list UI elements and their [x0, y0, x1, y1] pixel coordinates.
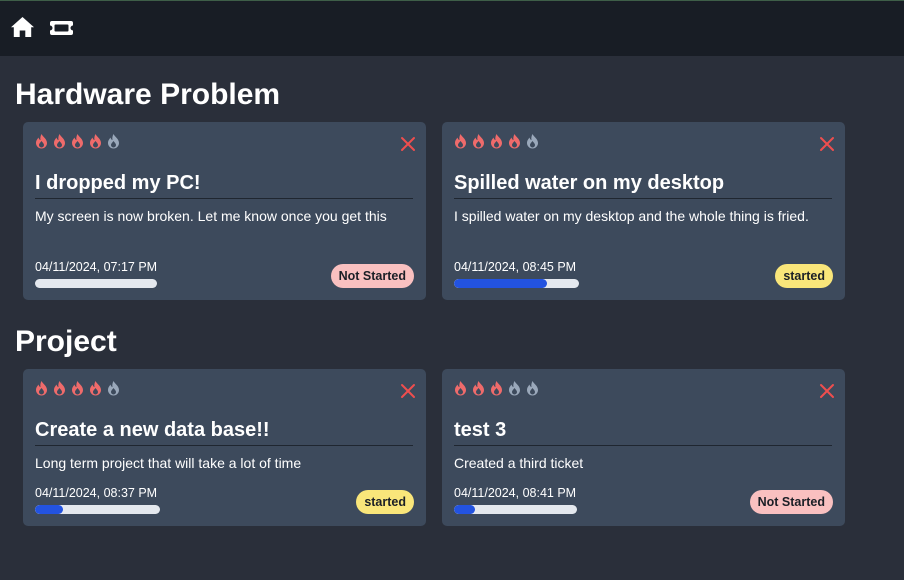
flame-icon	[454, 380, 467, 396]
close-icon[interactable]	[400, 136, 416, 152]
flame-icon	[89, 380, 102, 396]
progress-fill	[454, 279, 547, 288]
section-title-project: Project	[15, 325, 117, 358]
ticket-card[interactable]: test 3 Created a third ticket 04/11/2024…	[442, 369, 845, 526]
ticket-date: 04/11/2024, 07:17 PM	[35, 260, 158, 274]
progress-fill	[35, 505, 63, 514]
status-badge: started	[775, 264, 833, 288]
flame-icon	[490, 380, 503, 396]
flame-icon	[35, 133, 48, 149]
flame-icon	[508, 380, 521, 396]
ticket-date: 04/11/2024, 08:45 PM	[454, 260, 577, 274]
flame-icon	[107, 380, 120, 396]
flame-icon	[53, 380, 66, 396]
progress-fill	[454, 505, 475, 514]
home-icon[interactable]	[10, 16, 35, 43]
close-icon[interactable]	[819, 383, 835, 399]
status-badge: started	[356, 490, 414, 514]
top-nav-bar	[0, 0, 904, 56]
progress-bar	[454, 279, 579, 288]
ticket-date: 04/11/2024, 08:41 PM	[454, 486, 577, 500]
flame-icon	[472, 133, 485, 149]
ticket-icon[interactable]	[49, 16, 74, 45]
ticket-description: My screen is now broken. Let me know onc…	[35, 208, 387, 224]
ticket-card[interactable]: Create a new data base!! Long term proje…	[23, 369, 426, 526]
flame-icon	[107, 133, 120, 149]
ticket-title: test 3	[454, 418, 832, 446]
flame-icon	[71, 133, 84, 149]
flame-icon	[454, 133, 467, 149]
progress-bar	[35, 505, 160, 514]
ticket-card[interactable]: Spilled water on my desktop I spilled wa…	[442, 122, 845, 300]
ticket-date: 04/11/2024, 08:37 PM	[35, 486, 158, 500]
progress-bar	[35, 279, 157, 288]
ticket-description: Created a third ticket	[454, 455, 584, 471]
status-badge: Not Started	[330, 264, 414, 288]
ticket-description: I spilled water on my desktop and the wh…	[454, 208, 809, 224]
ticket-title: Spilled water on my desktop	[454, 171, 832, 199]
progress-bar	[454, 505, 577, 514]
flame-icon	[35, 380, 48, 396]
flame-icon	[472, 380, 485, 396]
close-icon[interactable]	[400, 383, 416, 399]
ticket-title: I dropped my PC!	[35, 171, 413, 199]
section-title-hardware-problem: Hardware Problem	[15, 78, 281, 111]
close-icon[interactable]	[819, 136, 835, 152]
flame-icon	[526, 133, 539, 149]
flame-icon	[508, 133, 521, 149]
ticket-card[interactable]: I dropped my PC! My screen is now broken…	[23, 122, 426, 300]
flame-icon	[89, 133, 102, 149]
ticket-description: Long term project that will take a lot o…	[35, 455, 302, 471]
flame-icon	[71, 380, 84, 396]
flame-icon	[53, 133, 66, 149]
flame-icon	[526, 380, 539, 396]
ticket-title: Create a new data base!!	[35, 418, 413, 446]
flame-icon	[490, 133, 503, 149]
status-badge: Not Started	[749, 490, 833, 514]
